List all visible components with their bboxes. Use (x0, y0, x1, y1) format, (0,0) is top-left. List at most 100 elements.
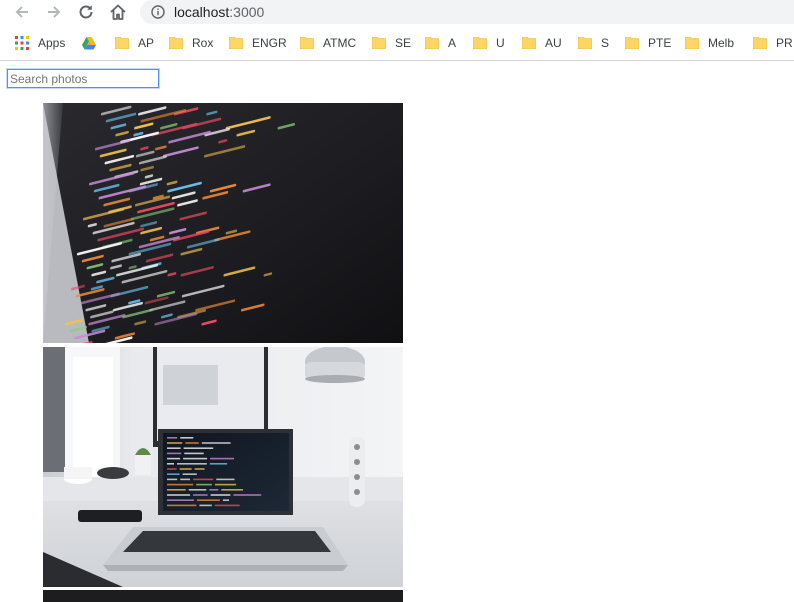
url-text: localhost:3000 (174, 4, 264, 20)
search-input[interactable] (7, 69, 159, 88)
bookmark-label: SE (395, 36, 412, 50)
arrow-right-icon (48, 6, 61, 18)
code-streak (167, 504, 197, 507)
code-streak (193, 478, 214, 481)
bookmark-au[interactable]: AU (521, 35, 562, 51)
code-streak (193, 494, 208, 496)
apps-grid-icon (15, 36, 29, 50)
bookmarks-bar: Apps AP Rox ENGR ATMC SE A U AU S PTE Me… (0, 27, 794, 61)
bookmark-label: S (601, 36, 610, 50)
bookmark-label: Apps (38, 36, 66, 50)
code-streak (167, 499, 194, 501)
bookmark-melb[interactable]: Melb (684, 35, 734, 51)
folder-icon (299, 36, 315, 50)
code-streak (188, 489, 207, 491)
code-streak (194, 468, 205, 470)
folder-icon (577, 36, 593, 50)
code-streak (214, 504, 240, 507)
code-streak (167, 452, 182, 455)
code-streak (233, 494, 262, 496)
bookmark-label: PTE (648, 36, 672, 50)
code-streak (167, 437, 178, 439)
bookmark-label: AU (545, 36, 562, 50)
folder-icon (371, 36, 387, 50)
folder-icon (424, 36, 440, 50)
code-streak (167, 447, 181, 449)
code-streak (167, 457, 181, 460)
bookmark-u[interactable]: U (472, 35, 505, 51)
folder-icon (114, 36, 130, 50)
code-streak (179, 468, 192, 470)
code-streak (167, 468, 177, 470)
bookmark-apps[interactable]: Apps (15, 35, 65, 51)
code-streak (182, 473, 197, 475)
code-streak (210, 494, 231, 496)
code-streak (222, 499, 229, 501)
bookmark-label: AP (138, 36, 155, 50)
code-streak (167, 494, 191, 496)
bookmark-label: PR (776, 36, 793, 50)
code-streak (214, 483, 237, 486)
bookmark-label: ENGR (252, 36, 287, 50)
code-streak (209, 463, 228, 465)
reload-icon (79, 5, 93, 19)
code-streak (201, 442, 231, 444)
code-streak (177, 463, 207, 465)
code-streak (180, 437, 194, 439)
code-streak (196, 483, 212, 486)
photo-code-screen[interactable] (43, 103, 403, 343)
code-streak (167, 478, 178, 481)
photo-laptop-desk[interactable] (43, 347, 403, 587)
code-streak (180, 478, 191, 481)
reload-button[interactable] (74, 1, 98, 23)
folder-icon (472, 36, 488, 50)
code-streak (167, 473, 180, 475)
bookmark-se[interactable]: SE (371, 35, 412, 51)
address-bar[interactable]: localhost:3000 (140, 0, 794, 24)
code-streak (183, 457, 208, 460)
bookmark-engr[interactable]: ENGR (228, 35, 287, 51)
arrow-left-icon (15, 6, 28, 18)
code-streak (216, 478, 235, 481)
photo-image (43, 103, 403, 343)
code-streak (167, 442, 183, 444)
browser-toolbar: localhost:3000 (0, 0, 794, 26)
bookmark-label: Rox (192, 36, 214, 50)
folder-icon (624, 36, 640, 50)
code-streak (185, 442, 199, 444)
drive-icon (82, 36, 96, 49)
folder-icon (752, 36, 768, 50)
url-port: :3000 (229, 4, 265, 20)
code-streak (167, 483, 194, 486)
back-button[interactable] (10, 1, 34, 23)
bookmark-pte[interactable]: PTE (624, 35, 672, 51)
bookmark-ap[interactable]: AP (114, 35, 155, 51)
home-button[interactable] (106, 1, 130, 23)
folder-icon (228, 36, 244, 50)
code-streak (210, 457, 234, 460)
folder-icon (168, 36, 184, 50)
bookmark-atmc[interactable]: ATMC (299, 35, 357, 51)
photo-image (43, 347, 403, 587)
home-icon (110, 4, 126, 20)
bookmark-label: U (496, 36, 505, 50)
code-streak (167, 489, 186, 491)
bookmark-label: A (448, 36, 457, 50)
bookmark-a[interactable]: A (424, 35, 457, 51)
code-streak (167, 463, 174, 465)
code-streak (183, 447, 214, 449)
bookmark-label: ATMC (323, 36, 357, 50)
code-streak (221, 489, 243, 491)
url-host: localhost (174, 4, 230, 20)
bookmark-s[interactable]: S (577, 35, 610, 51)
info-icon[interactable] (151, 5, 165, 19)
bookmark-drive[interactable] (82, 35, 96, 51)
bookmark-rox[interactable]: Rox (168, 35, 214, 51)
forward-button[interactable] (42, 1, 66, 23)
bookmark-pr[interactable]: PR (752, 35, 793, 51)
code-streak (199, 504, 212, 507)
code-streak (197, 499, 220, 501)
code-streak (184, 452, 204, 455)
folder-icon (684, 36, 700, 50)
folder-icon (521, 36, 537, 50)
